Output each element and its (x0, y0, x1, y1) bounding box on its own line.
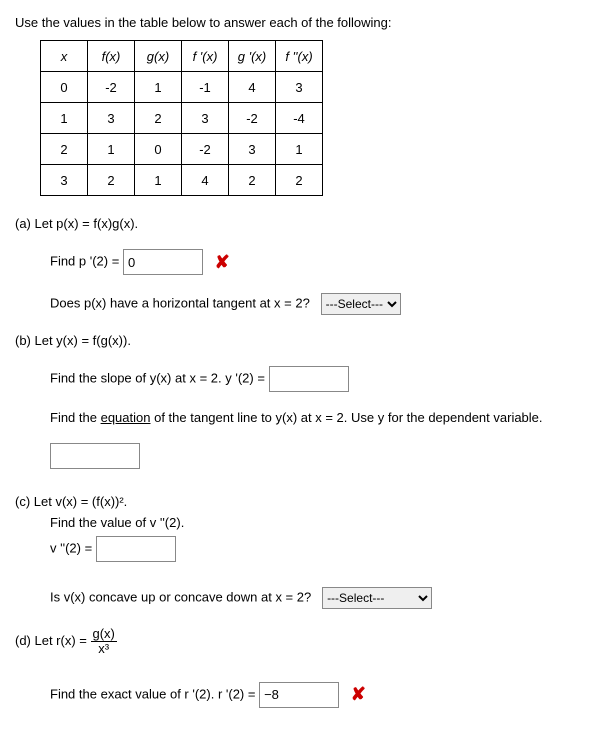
table-row: 3 2 1 4 2 2 (41, 165, 323, 196)
cell: 3 (229, 134, 276, 165)
intro-text: Use the values in the table below to ans… (15, 15, 594, 30)
cell: -2 (229, 103, 276, 134)
cell: 1 (135, 165, 182, 196)
d-find-label: Find the exact value of r '(2). r '(2) = (50, 686, 259, 701)
c-vpp-input[interactable] (96, 536, 176, 562)
a-tangent-select[interactable]: ---Select--- (321, 293, 401, 315)
cell: 2 (276, 165, 323, 196)
cell: 4 (182, 165, 229, 196)
a-pprime-input[interactable] (123, 249, 203, 275)
incorrect-icon: ✘ (215, 252, 230, 272)
cell: 1 (88, 134, 135, 165)
d-rprime-input[interactable] (259, 682, 339, 708)
table-row: 1 3 2 3 -2 -4 (41, 103, 323, 134)
fraction: g(x) x³ (91, 627, 117, 657)
c-concave-question: Is v(x) concave up or concave down at x … (50, 589, 311, 604)
a-tangent-question: Does p(x) have a horizontal tangent at x… (50, 295, 310, 310)
th-fppx: f ''(x) (276, 41, 323, 72)
table-header-row: x f(x) g(x) f '(x) g '(x) f ''(x) (41, 41, 323, 72)
cell: 2 (41, 134, 88, 165)
cell: 3 (88, 103, 135, 134)
th-fpx: f '(x) (182, 41, 229, 72)
th-fx: f(x) (88, 41, 135, 72)
c-find-label: Find the value of v ''(2). (50, 515, 184, 530)
th-gx: g(x) (135, 41, 182, 72)
table-row: 0 -2 1 -1 4 3 (41, 72, 323, 103)
cell: -2 (88, 72, 135, 103)
b-slope-label: Find the slope of y(x) at x = 2. y '(2) … (50, 370, 269, 385)
cell: 2 (88, 165, 135, 196)
frac-num: g(x) (91, 627, 117, 642)
cell: 0 (135, 134, 182, 165)
cell: 3 (182, 103, 229, 134)
cell: 3 (41, 165, 88, 196)
cell: 1 (135, 72, 182, 103)
frac-den: x³ (91, 642, 117, 656)
incorrect-icon: ✘ (351, 684, 366, 704)
cell: 2 (229, 165, 276, 196)
cell: 3 (276, 72, 323, 103)
b-eqn-label-2: of the tangent line to y(x) at x = 2. Us… (150, 410, 542, 425)
cell: 4 (229, 72, 276, 103)
part-c-label: (c) Let v(x) = (f(x))². (15, 494, 594, 509)
cell: 1 (276, 134, 323, 165)
part-b-label: (b) Let y(x) = f(g(x)). (15, 333, 594, 348)
a-find-label: Find p '(2) = (50, 253, 123, 268)
cell: 1 (41, 103, 88, 134)
part-d-label: (d) Let r(x) = g(x) x³ (15, 627, 594, 657)
cell: -1 (182, 72, 229, 103)
cell: -4 (276, 103, 323, 134)
th-gpx: g '(x) (229, 41, 276, 72)
b-eqn-label-1: Find the (50, 410, 101, 425)
th-x: x (41, 41, 88, 72)
b-eqn-input[interactable] (50, 443, 140, 469)
equation-link[interactable]: equation (101, 410, 151, 425)
c-concave-select[interactable]: ---Select--- (322, 587, 432, 609)
c-vpp-label: v ''(2) = (50, 540, 96, 555)
b-slope-input[interactable] (269, 366, 349, 392)
part-a-label: (a) Let p(x) = f(x)g(x). (15, 216, 594, 231)
values-table: x f(x) g(x) f '(x) g '(x) f ''(x) 0 -2 1… (40, 40, 323, 196)
cell: 0 (41, 72, 88, 103)
cell: 2 (135, 103, 182, 134)
cell: -2 (182, 134, 229, 165)
table-row: 2 1 0 -2 3 1 (41, 134, 323, 165)
